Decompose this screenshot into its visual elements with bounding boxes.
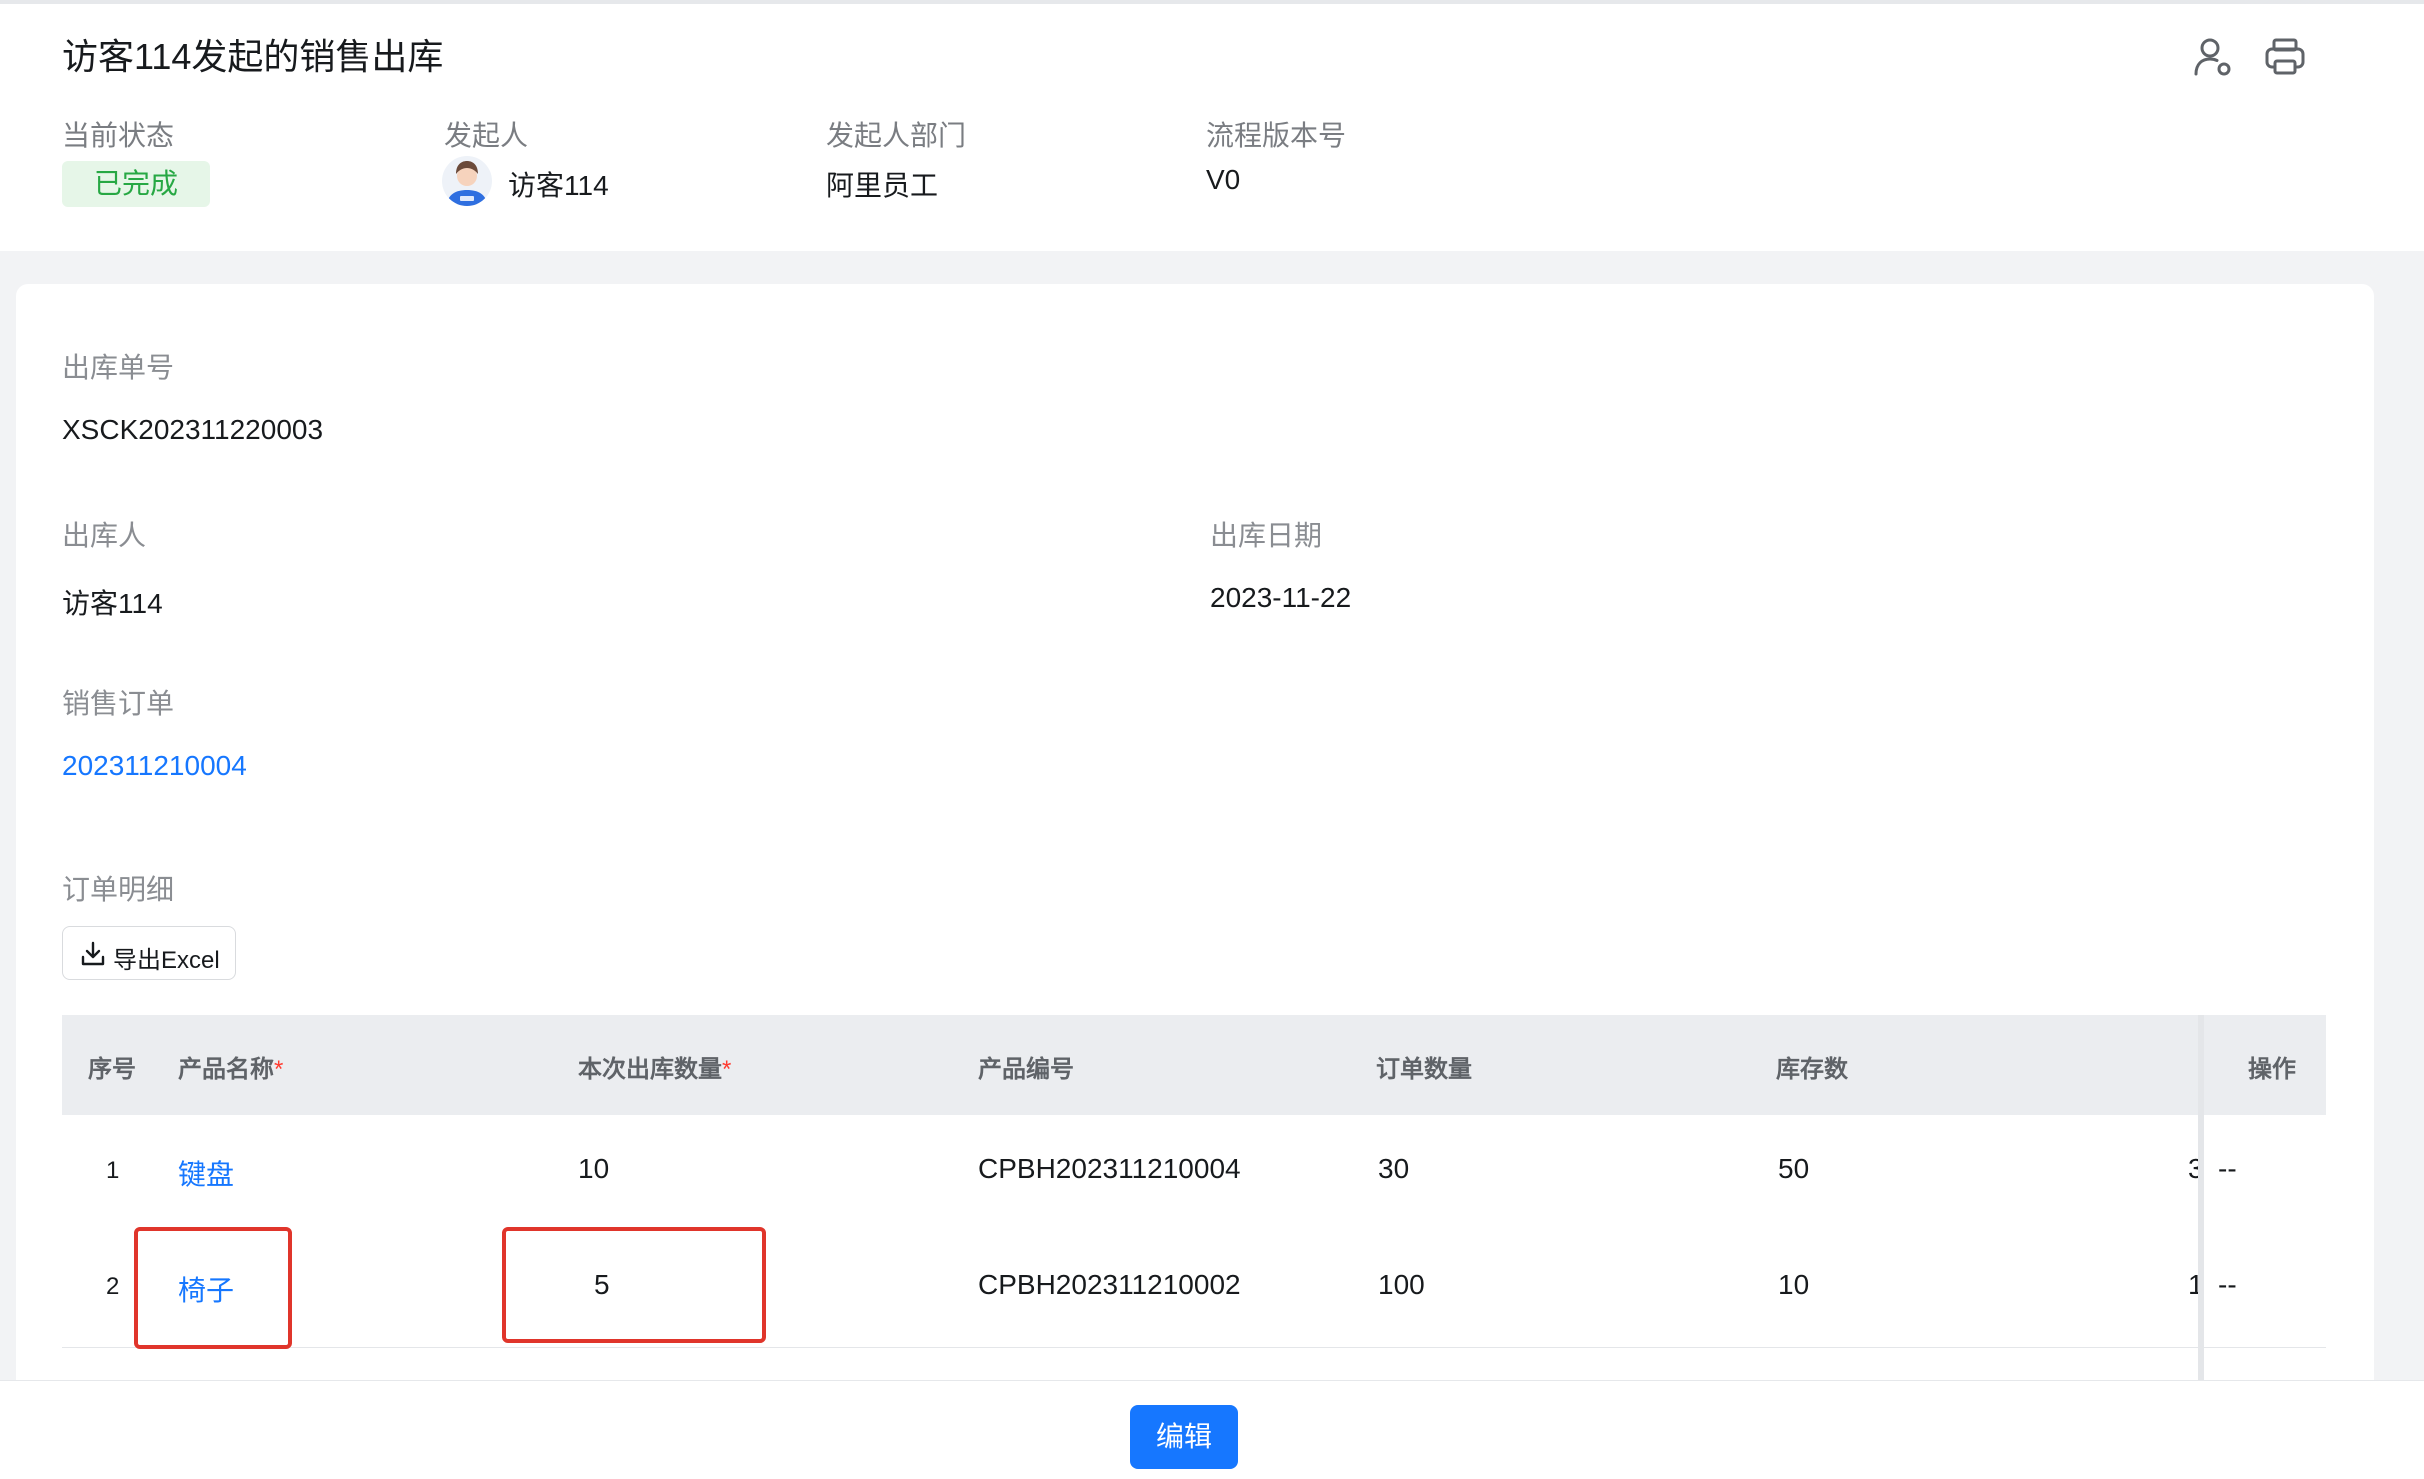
edit-button[interactable]: 编辑 bbox=[1130, 1405, 1238, 1469]
col-stock: 库存数 bbox=[1776, 1056, 1848, 1083]
col-product-name: 产品名称* bbox=[178, 1056, 284, 1083]
row-action: -- bbox=[2218, 1269, 2237, 1300]
order-qty: 30 bbox=[1378, 1153, 1410, 1184]
clipped-value: 1 bbox=[2188, 1269, 2198, 1300]
initiator-label: 发起人 bbox=[444, 120, 529, 151]
col-outbound-qty: 本次出库数量* bbox=[578, 1056, 732, 1083]
product-code: CPBH202311210002 bbox=[978, 1269, 1241, 1300]
table-row: 1 键盘 10 CPBH202311210004 30 50 3 -- bbox=[62, 1115, 2326, 1232]
page-header: 访客114发起的销售出库 当前状态 已完成 发起人 访客114 发起人部门 阿里… bbox=[0, 0, 2424, 251]
avatar bbox=[442, 156, 492, 206]
outbound-no-label: 出库单号 bbox=[62, 352, 175, 383]
col-order-qty: 订单数量 bbox=[1376, 1056, 1472, 1083]
operator-value: 访客114 bbox=[62, 588, 163, 619]
col-product-code: 产品编号 bbox=[978, 1056, 1074, 1083]
stock-qty: 50 bbox=[1778, 1153, 1810, 1184]
date-label: 出库日期 bbox=[1210, 520, 1323, 551]
department-label: 发起人部门 bbox=[826, 120, 967, 151]
table-row: 2 椅子 5 CPBH202311210002 100 10 1 -- bbox=[62, 1231, 2326, 1348]
col-action: 操作 bbox=[2248, 1056, 2296, 1083]
footer-bar: 编辑 bbox=[0, 1380, 2424, 1479]
sales-order-link[interactable]: 202311210004 bbox=[62, 750, 247, 782]
order-details-table: 序号 产品名称* 本次出库数量* 产品编号 订单数量 库存数 操作 1 键盘 1… bbox=[62, 1015, 2326, 1415]
operator-label: 出库人 bbox=[62, 520, 147, 551]
export-excel-button[interactable]: 导出Excel bbox=[62, 926, 236, 980]
version-value: V0 bbox=[1206, 164, 1241, 195]
page-title: 访客114发起的销售出库 bbox=[62, 36, 444, 77]
printer-icon[interactable] bbox=[2262, 34, 2308, 80]
department-value: 阿里员工 bbox=[826, 170, 939, 201]
highlight-box-product bbox=[134, 1227, 292, 1349]
stock-qty: 10 bbox=[1778, 1269, 1810, 1300]
outbound-qty[interactable]: 10 bbox=[578, 1153, 609, 1185]
version-label: 流程版本号 bbox=[1206, 120, 1347, 151]
download-icon bbox=[81, 941, 105, 966]
details-label: 订单明细 bbox=[62, 874, 175, 905]
sales-order-label: 销售订单 bbox=[62, 688, 175, 719]
highlight-box-qty bbox=[502, 1227, 766, 1343]
product-code: CPBH202311210004 bbox=[978, 1153, 1241, 1184]
fixed-column-divider bbox=[2198, 1015, 2204, 1415]
product-name-link[interactable]: 键盘 bbox=[178, 1153, 234, 1193]
status-badge: 已完成 bbox=[62, 161, 210, 207]
col-index: 序号 bbox=[88, 1056, 136, 1083]
date-value: 2023-11-22 bbox=[1210, 582, 1352, 613]
outbound-no-value: XSCK202311220003 bbox=[62, 414, 324, 445]
clipped-value: 3 bbox=[2188, 1153, 2198, 1184]
row-index: 2 bbox=[106, 1273, 120, 1300]
form-card: 出库单号 XSCK202311220003 出库人 访客114 出库日期 202… bbox=[16, 284, 2374, 1415]
row-index: 1 bbox=[106, 1157, 120, 1184]
user-settings-icon[interactable] bbox=[2190, 34, 2236, 80]
row-action: -- bbox=[2218, 1153, 2237, 1184]
order-qty: 100 bbox=[1378, 1269, 1425, 1300]
initiator-name: 访客114 bbox=[508, 170, 609, 201]
export-excel-label: 导出Excel bbox=[113, 947, 220, 974]
status-label: 当前状态 bbox=[62, 120, 175, 151]
table-header: 序号 产品名称* 本次出库数量* 产品编号 订单数量 库存数 操作 bbox=[62, 1015, 2326, 1115]
